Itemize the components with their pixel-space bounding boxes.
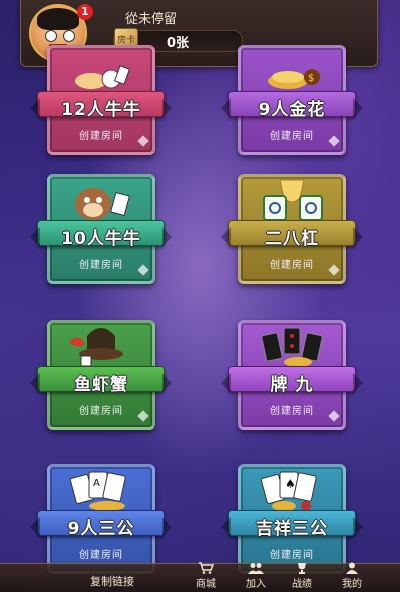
- nav-record-label: 战绩: [292, 579, 312, 590]
- game-art-icon: [263, 179, 323, 221]
- create-room-button[interactable]: 创建房间: [69, 256, 133, 272]
- game-art-icon: [69, 328, 123, 367]
- game-tile-9-sangong[interactable]: A 9人三公 创建房间: [30, 464, 172, 574]
- game-tile-9-jinhua[interactable]: $ 9人金花 创建房间: [221, 45, 363, 155]
- tile-ribbon: 9人金花: [221, 91, 363, 120]
- tile-ribbon: 鱼虾蟹: [30, 366, 172, 395]
- create-room-button[interactable]: 创建房间: [69, 127, 133, 143]
- nav-join-label: 加入: [246, 579, 266, 590]
- game-tile-erbagang[interactable]: 二八杠 创建房间: [221, 174, 363, 284]
- nav-join[interactable]: 加入: [246, 562, 266, 590]
- game-name: 牌 九: [270, 375, 314, 395]
- create-room-button[interactable]: 创建房间: [260, 546, 324, 562]
- create-room-button[interactable]: 创建房间: [69, 402, 133, 418]
- user-icon: [346, 562, 358, 574]
- game-art-icon: [261, 327, 323, 367]
- nav-mine-label: 我的: [342, 579, 362, 590]
- notification-badge: 1: [77, 4, 93, 20]
- game-name: 10人牛牛: [61, 229, 141, 249]
- tile-ribbon: 10人牛牛: [30, 220, 172, 249]
- tile-ribbon: 二八杠: [221, 220, 363, 249]
- game-art-icon: ♠: [260, 471, 317, 511]
- copy-link-button[interactable]: 复制链接: [90, 573, 134, 589]
- nav-shop-label: 商城: [196, 579, 216, 590]
- game-name: 鱼虾蟹: [74, 375, 128, 395]
- game-tile-yuxiaxie[interactable]: 鱼虾蟹 创建房间: [30, 320, 172, 430]
- game-name: 二八杠: [265, 229, 319, 249]
- game-name: 9人金花: [258, 100, 326, 120]
- tile-ribbon: 12人牛牛: [30, 91, 172, 120]
- tile-ribbon: 牌 九: [221, 366, 363, 395]
- game-art-icon: [75, 188, 130, 220]
- nav-mine[interactable]: 我的: [342, 562, 362, 590]
- game-art-icon: [75, 65, 131, 89]
- create-room-button[interactable]: 创建房间: [260, 402, 324, 418]
- svg-text:A: A: [93, 478, 100, 489]
- game-art-icon: $: [268, 69, 320, 89]
- cart-icon: [199, 562, 214, 574]
- svg-text:$: $: [308, 73, 314, 84]
- game-tile-paijiu[interactable]: 牌 九 创建房间: [221, 320, 363, 430]
- nav-record[interactable]: 战绩: [292, 562, 312, 590]
- svg-text:♠: ♠: [285, 477, 296, 491]
- create-room-button[interactable]: 创建房间: [260, 127, 324, 143]
- tile-ribbon: 吉祥三公: [221, 510, 363, 539]
- tile-ribbon: 9人三公: [30, 510, 172, 539]
- player-status: 從未停留: [125, 12, 178, 27]
- bottom-nav: 复制链接 商城 加入 战绩 我的: [0, 562, 400, 592]
- create-room-button[interactable]: 创建房间: [69, 546, 133, 562]
- create-room-button[interactable]: 创建房间: [260, 256, 324, 272]
- game-tile-12-niuniu[interactable]: 12人牛牛 创建房间: [30, 45, 172, 155]
- game-art-icon: A: [69, 471, 126, 511]
- people-icon: [248, 563, 264, 574]
- game-tile-10-niuniu[interactable]: 10人牛牛 创建房间: [30, 174, 172, 284]
- game-tile-jixiang-sangong[interactable]: ♠ 吉祥三公 创建房间: [221, 464, 363, 574]
- nav-shop[interactable]: 商城: [196, 562, 216, 590]
- game-name: 9人三公: [67, 519, 135, 539]
- game-name: 吉祥三公: [256, 519, 328, 539]
- game-name: 12人牛牛: [61, 100, 141, 120]
- trophy-icon: [298, 563, 306, 574]
